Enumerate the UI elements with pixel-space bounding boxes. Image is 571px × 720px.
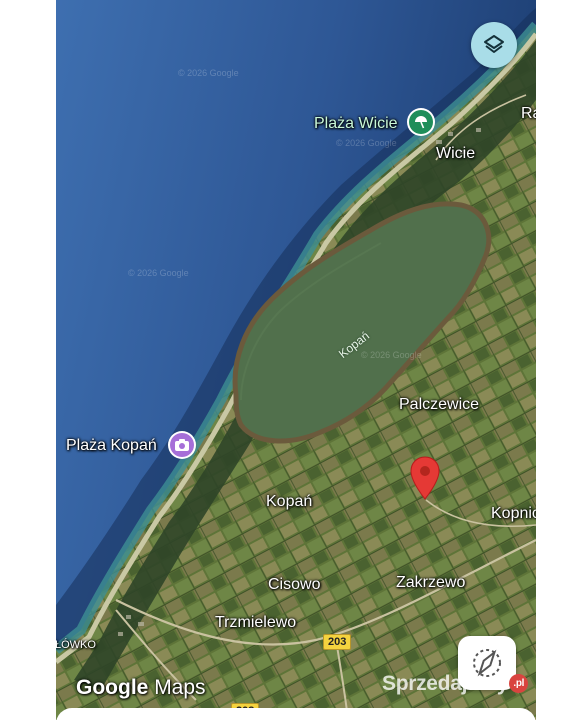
location-pin-icon [410, 456, 440, 500]
google-maps-logo: Google Maps [76, 676, 206, 699]
place-label-cisowo[interactable]: Cisowo [268, 577, 320, 593]
location-pin-marker[interactable] [410, 456, 440, 505]
place-label-lowko[interactable]: ŁÓWKO [56, 640, 96, 651]
map-watermark: © 2026 Google [336, 138, 397, 148]
beach-poi-marker[interactable] [409, 110, 433, 134]
place-label-trzmielewo[interactable]: Trzmielewo [215, 615, 296, 631]
camera-icon [175, 439, 189, 451]
satellite-map[interactable]: © 2026 Google © 2026 Google © 2026 Googl… [56, 0, 536, 720]
bottom-sheet[interactable] [56, 708, 536, 720]
place-label-ra[interactable]: Ra [521, 106, 536, 122]
road-shield: 203 [323, 634, 352, 650]
map-watermark: © 2026 Google [178, 68, 239, 78]
place-label-plaza-kopan[interactable]: Plaża Kopań [66, 438, 157, 454]
map-watermark: © 2026 Google [361, 350, 422, 360]
photo-poi-marker[interactable] [170, 433, 194, 457]
place-label-plaza-wicie[interactable]: Plaża Wicie [314, 116, 398, 132]
beach-umbrella-icon [415, 116, 427, 129]
place-label-wicie[interactable]: Wicie [436, 146, 475, 162]
layers-icon [484, 35, 504, 53]
map-watermark: © 2026 Google [128, 268, 189, 278]
map-imagery [56, 0, 536, 720]
place-label-kopan-village[interactable]: Kopań [266, 494, 312, 510]
place-label-kopnic[interactable]: Kopnic [491, 506, 536, 522]
layers-button[interactable] [471, 22, 517, 68]
place-label-palczewice[interactable]: Palczewice [399, 397, 479, 413]
site-watermark: Sprzedajemy .pl [382, 672, 529, 696]
place-label-zakrzewo[interactable]: Zakrzewo [396, 575, 465, 591]
